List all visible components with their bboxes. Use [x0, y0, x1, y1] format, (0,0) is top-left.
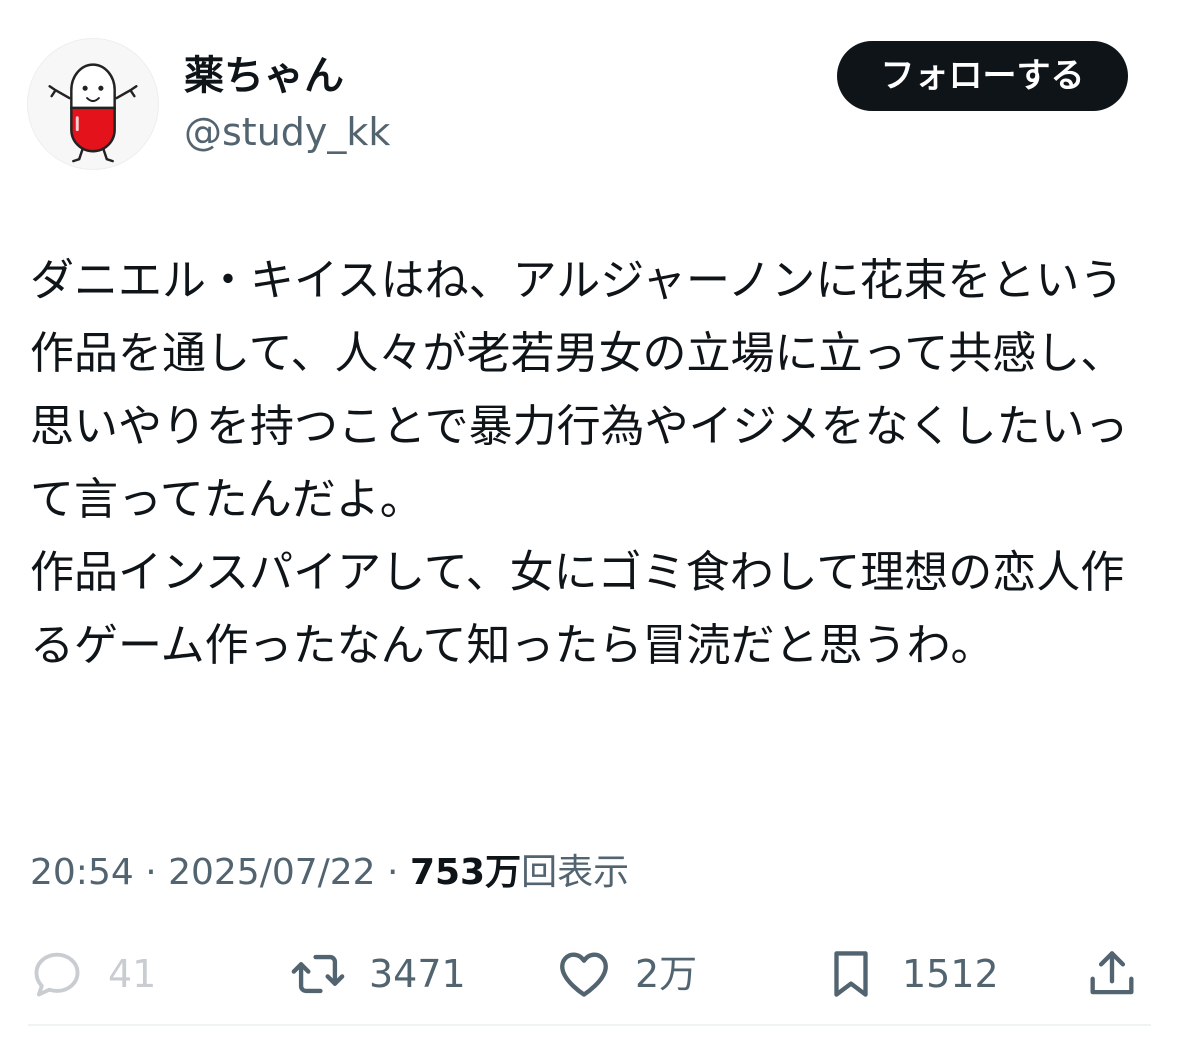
bookmark-icon: [834, 951, 868, 997]
follow-button[interactable]: フォローする: [837, 41, 1128, 111]
display-name[interactable]: 薬ちゃん: [184, 48, 344, 104]
views-count[interactable]: 753万: [410, 852, 521, 893]
retweet-icon: [291, 954, 345, 994]
like-count: 2万: [635, 952, 698, 996]
tweet-time[interactable]: 20:54: [30, 852, 134, 893]
meta-separator: ·: [375, 852, 410, 893]
tweet-meta: 20:54 · 2025/07/22 · 753万回表示: [30, 845, 629, 901]
views-label[interactable]: 回表示: [521, 852, 629, 893]
retweet-count: 3471: [369, 952, 466, 996]
like-button[interactable]: 2万: [555, 940, 697, 1008]
tweet-date[interactable]: 2025/07/22: [168, 852, 376, 893]
reply-icon: [34, 952, 80, 997]
user-handle[interactable]: @study_kk: [184, 105, 390, 159]
tweet-text: ダニエル・キイスはね、アルジャーノンに花束をという作品を通して、人々が老若男女の…: [30, 255, 1129, 671]
heart-icon: [560, 952, 608, 997]
share-button[interactable]: [1083, 940, 1141, 1008]
meta-separator: ·: [133, 852, 169, 893]
avatar[interactable]: [27, 38, 159, 170]
bookmark-button[interactable]: 1512: [822, 940, 999, 1008]
pill-character-icon: [48, 63, 138, 163]
reply-button[interactable]: 41: [28, 940, 156, 1008]
bookmark-count: 1512: [902, 952, 999, 996]
action-bar: 41 3471 2万 1512: [0, 940, 1179, 1008]
share-icon: [1090, 951, 1134, 995]
divider: [28, 1024, 1151, 1026]
reply-count: 41: [108, 952, 157, 996]
retweet-button[interactable]: 3471: [289, 940, 466, 1008]
